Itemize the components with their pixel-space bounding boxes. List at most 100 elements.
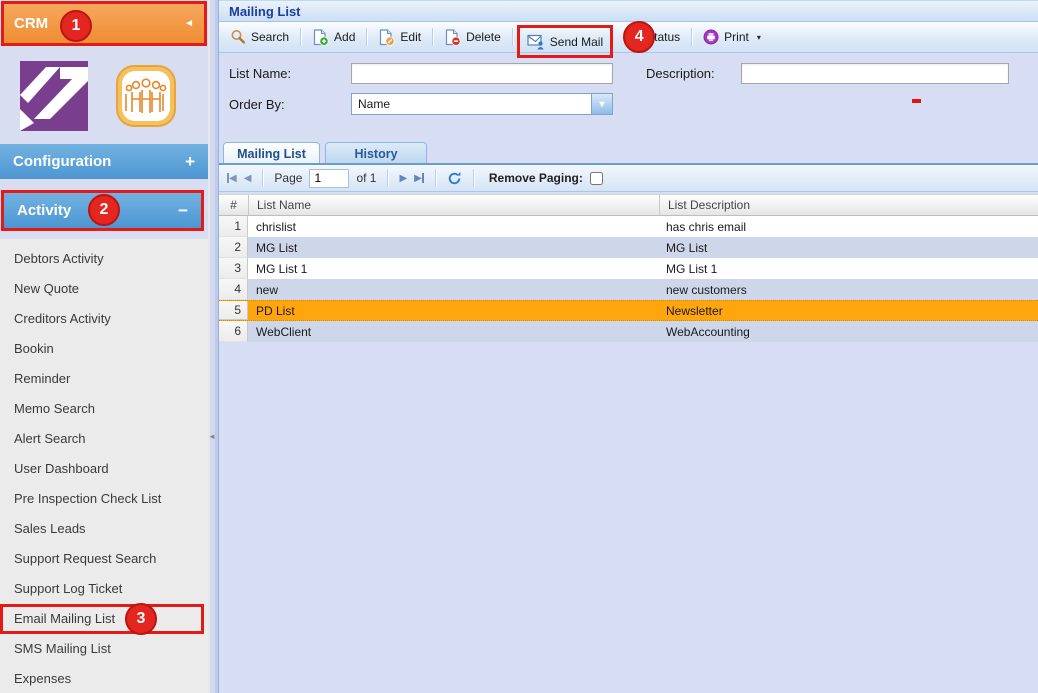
annotation-badge-4: 4	[623, 21, 655, 53]
cell-list-description: has chris email	[658, 216, 1038, 237]
tab-mailing-list[interactable]: Mailing List	[223, 142, 320, 163]
print-icon	[703, 29, 719, 45]
logo-row	[0, 46, 208, 140]
search-label: Search	[251, 30, 289, 44]
sidebar-item-debtors-activity[interactable]: Debtors Activity	[0, 244, 208, 274]
toolbar-separator	[512, 28, 513, 46]
add-icon	[312, 29, 329, 46]
sidebar-item-expenses[interactable]: Expenses	[0, 664, 208, 693]
table-row[interactable]: 1 chrislist has chris email	[219, 216, 1038, 237]
activity-menu: Debtors Activity New Quote Creditors Act…	[0, 239, 208, 693]
sidebar-item-email-mailing-list[interactable]: Email Mailing List 3	[0, 604, 204, 634]
collapse-section-icon[interactable]: −	[178, 201, 188, 221]
cell-list-name: new	[248, 279, 658, 300]
sidebar-item-creditors-activity[interactable]: Creditors Activity	[0, 304, 208, 334]
page-of-label: of 1	[356, 171, 376, 185]
sidebar-item-reminder[interactable]: Reminder	[0, 364, 208, 394]
cell-num: 1	[219, 216, 248, 237]
column-header-num[interactable]: #	[219, 195, 248, 215]
previous-page-button[interactable]: ◀	[244, 173, 252, 184]
sidebar-item-sms-mailing-list[interactable]: SMS Mailing List	[0, 634, 208, 664]
cell-list-name: PD List	[248, 301, 658, 320]
sidebar: CRM 1 ◄	[0, 0, 208, 693]
order-by-select[interactable]: Name ▾	[351, 93, 613, 115]
cell-list-description: MG List	[658, 237, 1038, 258]
cell-list-name: chrislist	[248, 216, 658, 237]
delete-button[interactable]: Delete	[437, 26, 508, 49]
cell-num: 5	[219, 301, 248, 320]
page-number-input[interactable]	[309, 169, 349, 188]
send-mail-button[interactable]: Send Mail	[517, 25, 613, 58]
tab-history[interactable]: History	[325, 142, 427, 163]
print-dropdown-caret[interactable]: ▾	[757, 33, 761, 42]
paging-bar: ◀ ◀ Page of 1 ▶ ▶ Remove Paging:	[219, 165, 1038, 192]
order-by-value: Name	[352, 94, 591, 114]
list-name-input[interactable]	[351, 63, 613, 84]
first-page-button[interactable]: ◀	[227, 173, 237, 184]
crm-module-header[interactable]: CRM 1 ◄	[1, 1, 207, 46]
column-header-list-name[interactable]: List Name	[248, 195, 659, 215]
delete-label: Delete	[466, 30, 501, 44]
cell-list-description: WebAccounting	[658, 321, 1038, 342]
page-label: Page	[274, 171, 302, 185]
column-header-list-description[interactable]: List Description	[659, 195, 1038, 215]
toolbar-separator	[300, 28, 301, 46]
mailing-list-table: # List Name List Description 1 chrislist…	[219, 194, 1038, 342]
sidebar-item-memo-search[interactable]: Memo Search	[0, 394, 208, 424]
send-mail-icon	[527, 33, 545, 50]
table-row[interactable]: 3 MG List 1 MG List 1	[219, 258, 1038, 279]
sidebar-section-activity[interactable]: Activity 2 −	[1, 190, 204, 231]
cell-list-name: MG List 1	[248, 258, 658, 279]
edit-icon	[378, 29, 395, 46]
toolbar-separator	[366, 28, 367, 46]
cell-list-name: WebClient	[248, 321, 658, 342]
activity-label: Activity	[17, 202, 71, 219]
panel-titlebar: Mailing List	[219, 0, 1038, 22]
search-button[interactable]: Search	[223, 26, 296, 48]
list-name-label: List Name:	[229, 66, 351, 81]
expand-icon[interactable]: +	[185, 152, 195, 172]
sidebar-item-alert-search[interactable]: Alert Search	[0, 424, 208, 454]
last-page-button[interactable]: ▶	[414, 173, 424, 184]
toolbar: Search Add Edit	[219, 22, 1038, 53]
description-label: Description:	[646, 66, 741, 81]
table-row[interactable]: 2 MG List MG List	[219, 237, 1038, 258]
table-row[interactable]: 6 WebClient WebAccounting	[219, 321, 1038, 342]
next-page-icon: ▶	[399, 173, 407, 184]
search-icon	[230, 29, 246, 45]
sidebar-section-configuration[interactable]: Configuration +	[0, 144, 208, 179]
last-page-icon: ▶	[414, 173, 422, 184]
toolbar-separator	[432, 28, 433, 46]
refresh-button[interactable]	[447, 171, 462, 186]
cell-num: 6	[219, 321, 248, 342]
panel-splitter[interactable]: ◄	[208, 0, 218, 693]
add-button[interactable]: Add	[305, 26, 362, 49]
table-row[interactable]: 4 new new customers	[219, 279, 1038, 300]
sidebar-item-support-request-search[interactable]: Support Request Search	[0, 544, 208, 574]
table-row-selected[interactable]: 5 PD List Newsletter	[219, 300, 1038, 321]
paging-separator	[262, 169, 263, 187]
order-by-label: Order By:	[229, 97, 351, 112]
remove-paging-checkbox[interactable]	[590, 172, 603, 185]
description-input[interactable]	[741, 63, 1009, 84]
print-button[interactable]: Print ▾	[696, 26, 768, 48]
next-page-button[interactable]: ▶	[399, 173, 407, 184]
sidebar-item-pre-inspection-check-list[interactable]: Pre Inspection Check List	[0, 484, 208, 514]
toolbar-separator	[691, 28, 692, 46]
sidebar-item-new-quote[interactable]: New Quote	[0, 274, 208, 304]
sidebar-item-sales-leads[interactable]: Sales Leads	[0, 514, 208, 544]
edit-button[interactable]: Edit	[371, 26, 428, 49]
collapse-sidebar-icon[interactable]: ◄	[184, 18, 194, 29]
table-header: # List Name List Description	[219, 194, 1038, 216]
sidebar-item-user-dashboard[interactable]: User Dashboard	[0, 454, 208, 484]
cell-list-description: new customers	[658, 279, 1038, 300]
cell-num: 3	[219, 258, 248, 279]
cell-list-description: Newsletter	[658, 301, 1038, 320]
paging-separator	[387, 169, 388, 187]
edit-label: Edit	[400, 30, 421, 44]
sidebar-item-bookin[interactable]: Bookin	[0, 334, 208, 364]
filter-form: List Name: Description: Order By: Name ▾	[219, 53, 1038, 140]
chevron-down-icon[interactable]: ▾	[591, 94, 612, 114]
splitter-collapse-icon[interactable]: ◄	[208, 432, 216, 441]
sidebar-item-support-log-ticket[interactable]: Support Log Ticket	[0, 574, 208, 604]
